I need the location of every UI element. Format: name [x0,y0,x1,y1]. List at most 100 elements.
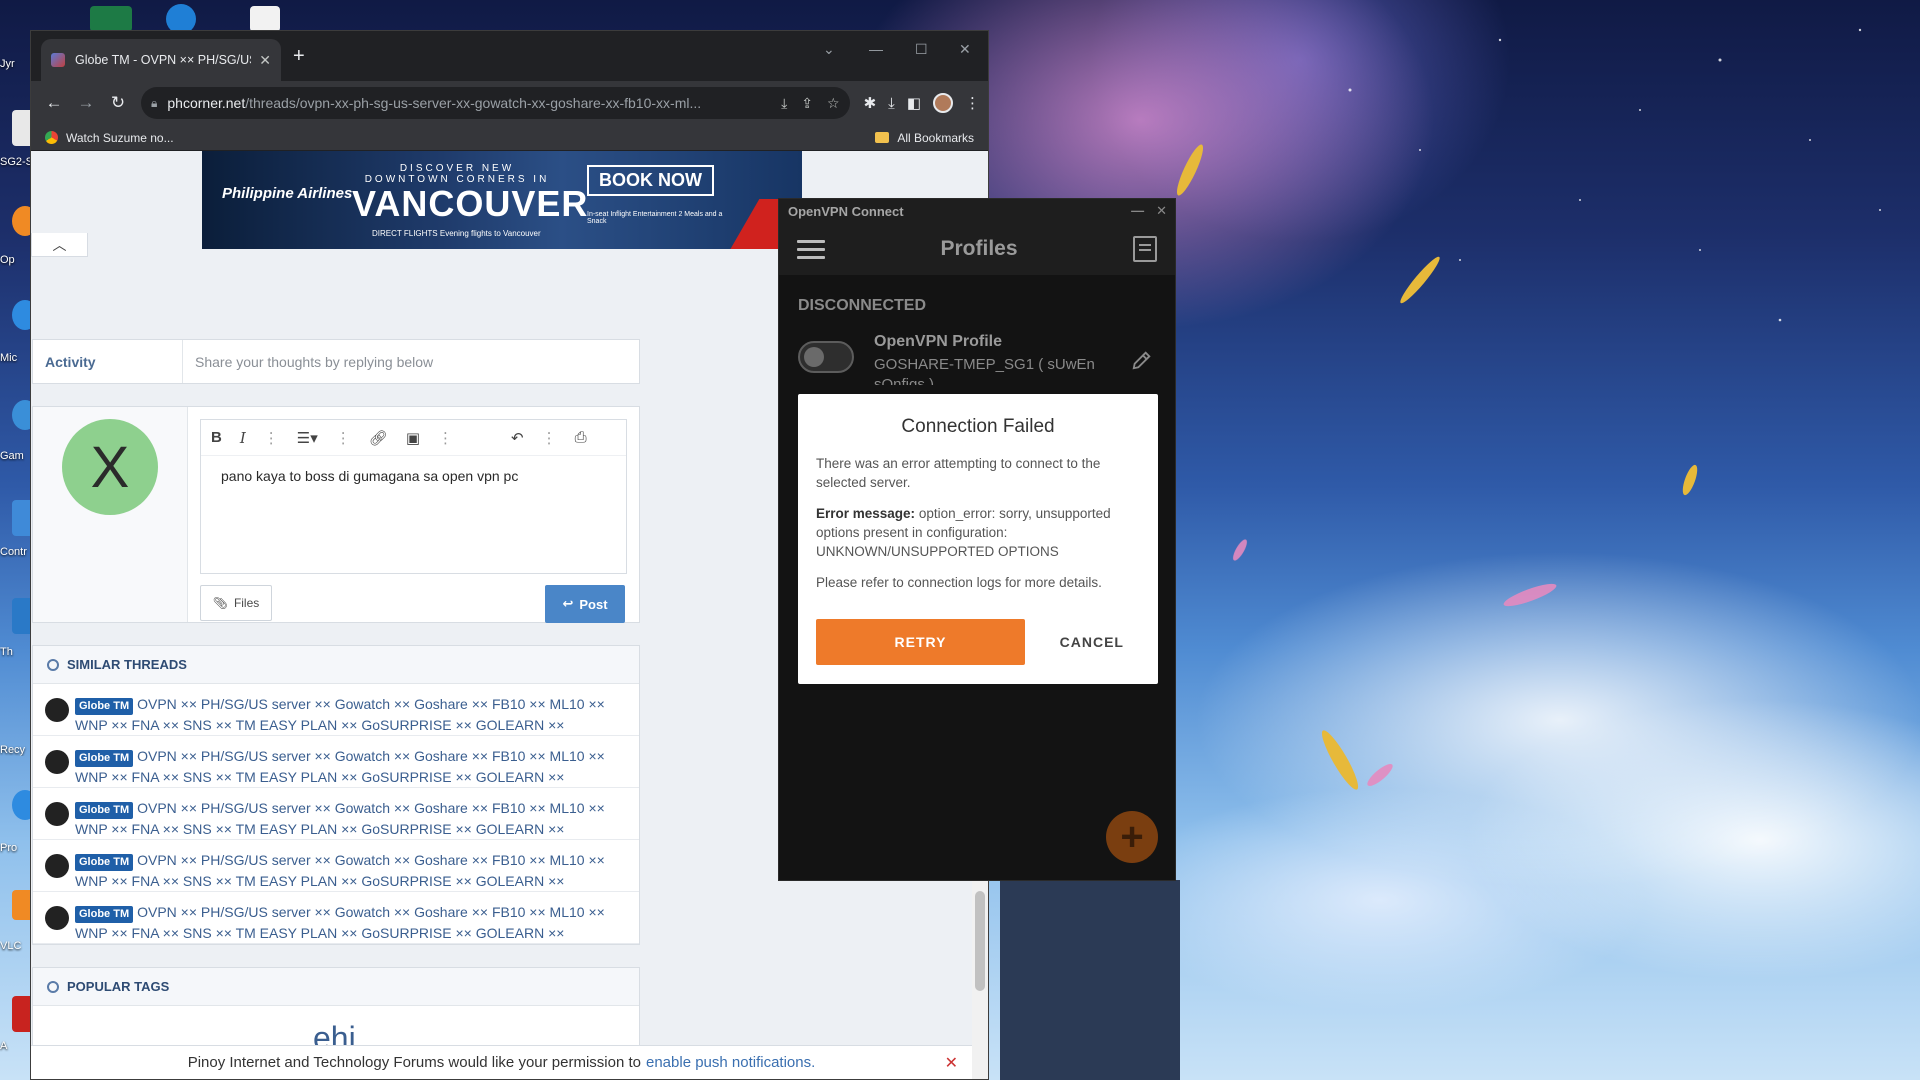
thread-row[interactable]: Globe TM OVPN ×× PH/SG/US server ×× Gowat… [33,892,639,944]
edit-pencil-icon[interactable] [1131,349,1153,371]
ad-discover-text: DISCOVER NEW DOWNTOWN CORNERS IN [364,163,550,185]
scrollbar-thumb[interactable] [975,891,985,991]
profile-info: OpenVPN Profile GOSHARE-TMEP_SG1 ( sUwEn… [874,333,1114,385]
thread-title-text[interactable]: OVPN ×× PH/SG/US server ×× Gowatch ×× Go… [75,748,605,785]
tab-search-icon[interactable]: ⌄ [823,41,835,58]
new-tab-icon[interactable]: + [293,45,305,68]
more-options-icon[interactable]: ⋮ [264,429,279,447]
italic-icon[interactable]: I [240,429,246,447]
thread-avatar [45,906,69,930]
thread-row[interactable]: Globe TM OVPN ×× PH/SG/US server ×× Gowat… [33,736,639,788]
close-icon[interactable]: ✕ [1156,203,1167,219]
cancel-button[interactable]: CANCEL [1060,634,1124,650]
thread-title-text[interactable]: OVPN ×× PH/SG/US server ×× Gowatch ×× Go… [75,696,605,733]
close-tab-icon[interactable]: ✕ [259,52,271,69]
thread-row[interactable]: Globe TM OVPN ×× PH/SG/US server ×× Gowat… [33,840,639,892]
reply-text[interactable]: pano kaya to boss di gumagana sa open vp… [201,456,626,496]
add-profile-button[interactable]: + [1106,811,1158,863]
retry-button[interactable]: RETRY [816,619,1025,665]
close-window-icon[interactable]: ✕ [959,41,971,58]
thread-title[interactable]: Globe TM OVPN ×× PH/SG/US server ×× Gowat… [75,850,627,891]
thread-badge: Globe TM [75,854,134,871]
profile-row: OpenVPN Profile GOSHARE-TMEP_SG1 ( sUwEn… [779,315,1175,385]
side-panel-icon[interactable]: ◧ [907,94,921,112]
preview-icon[interactable]: ⎙ [575,429,587,446]
image-icon[interactable]: ▣ [406,429,420,447]
close-icon[interactable]: ✕ [945,1053,958,1073]
reply-editor[interactable]: B I ⋮ ☰▾ ⋮ 🔗︎ ▣ ⋮ ↶ ⋮ ⎙ pano kaya to bos… [200,419,627,574]
tab-strip: Globe TM - OVPN ×× PH/SG/US ✕ + ⌄ — ☐ ✕ [31,31,988,81]
thread-avatar [45,698,69,722]
excel-desktop-icon[interactable] [90,6,132,32]
thread-title-text[interactable]: OVPN ×× PH/SG/US server ×× Gowatch ×× Go… [75,800,605,837]
connection-failed-dialog: Connection Failed There was an error att… [798,394,1158,684]
post-reply-button[interactable]: ↩ Post [545,585,625,623]
thread-avatar [45,750,69,774]
forward-arrow-icon[interactable]: → [71,88,101,118]
maximize-icon[interactable]: ☐ [915,41,928,58]
install-app-icon[interactable]: ⤓ [781,95,787,112]
reload-icon[interactable]: ↻ [103,88,133,118]
minimize-icon[interactable]: — [1131,203,1144,219]
import-profile-icon[interactable] [1133,236,1157,262]
bookmark-item[interactable]: Watch Suzume no... [66,131,174,145]
ad-book-now-button[interactable]: BOOK NOW [587,165,714,196]
thread-title[interactable]: Globe TM OVPN ×× PH/SG/US server ×× Gowat… [75,902,627,943]
enable-push-link[interactable]: enable push notifications. [646,1054,815,1071]
thread-badge: Globe TM [75,906,134,923]
thread-avatar [45,802,69,826]
all-bookmarks-button[interactable]: All Bookmarks [897,131,974,145]
chrome-menu-icon[interactable]: ⋮ [965,94,980,112]
back-arrow-icon[interactable]: ← [39,88,69,118]
list-icon[interactable]: ☰▾ [297,429,318,447]
push-notification-bar: Pinoy Internet and Technology Forums wou… [31,1045,972,1079]
profile-avatar[interactable] [933,93,953,113]
downloads-icon[interactable]: ⤓ [888,95,895,112]
paperclip-icon: 📎︎ [212,596,228,610]
hamburger-menu-icon[interactable] [797,239,825,259]
extensions-puzzle-icon[interactable]: ✱ [864,94,877,112]
document-desktop-icon[interactable] [250,6,280,32]
thread-row[interactable]: Globe TM OVPN ×× PH/SG/US server ×× Gowat… [33,788,639,840]
dialog-actions: RETRY CANCEL [816,619,1140,665]
url-host: phcorner.net [167,95,246,111]
activity-label: Activity [33,340,183,383]
more-options-icon[interactable]: ⋮ [438,429,453,447]
banner-ad[interactable]: Philippine Airlines DISCOVER NEW DOWNTOW… [202,151,802,249]
thread-title[interactable]: Globe TM OVPN ×× PH/SG/US server ×× Gowat… [75,694,627,735]
undo-icon[interactable]: ↶ [511,429,524,447]
thread-row[interactable]: Globe TM OVPN ×× PH/SG/US server ×× Gowat… [33,684,639,736]
dialog-body: There was an error attempting to connect… [816,454,1140,592]
link-icon[interactable]: 🔗︎ [369,429,388,447]
popular-tags-title: POPULAR TAGS [67,979,170,994]
attach-files-button[interactable]: 📎︎ Files [200,585,272,621]
bold-icon[interactable]: B [211,429,222,446]
share-icon[interactable]: ⇪ [801,95,813,112]
editor-toolbar: B I ⋮ ☰▾ ⋮ 🔗︎ ▣ ⋮ ↶ ⋮ ⎙ [201,420,626,456]
openvpn-titlebar: OpenVPN Connect — ✕ [779,199,1175,223]
thread-title-text[interactable]: OVPN ×× PH/SG/US server ×× Gowatch ×× Go… [75,852,605,889]
collapse-chevron-up-icon[interactable]: ︿ [31,233,88,257]
bookmark-star-icon[interactable]: ☆ [827,95,840,112]
more-options-icon[interactable]: ⋮ [542,429,557,447]
thread-title-text[interactable]: OVPN ×× PH/SG/US server ×× Gowatch ×× Go… [75,904,605,941]
connection-status: DISCONNECTED [798,297,927,314]
similar-threads-block: SIMILAR THREADS Globe TM OVPN ×× PH/SG/US… [32,645,640,945]
thread-title[interactable]: Globe TM OVPN ×× PH/SG/US server ×× Gowat… [75,798,627,839]
more-options-icon[interactable]: ⋮ [336,429,351,447]
dialog-error: Error message: option_error: sorry, unsu… [816,504,1140,561]
ad-city: VANCOUVER [352,183,589,224]
minimize-icon[interactable]: — [869,41,883,57]
error-label: Error message: [816,506,916,521]
activity-hint: Share your thoughts by replying below [195,353,434,370]
bookmarks-bar: Watch Suzume no... All Bookmarks [31,125,988,151]
thread-title[interactable]: Globe TM OVPN ×× PH/SG/US server ×× Gowat… [75,746,627,787]
post-label: Post [579,596,608,612]
address-bar[interactable]: 🔒︎ phcorner.net /threads/ovpn-xx-ph-sg-u… [141,87,850,119]
section-icon [47,658,59,671]
connection-toggle[interactable] [798,341,854,373]
site-favicon-icon [51,53,65,67]
tab-title: Globe TM - OVPN ×× PH/SG/US [75,53,252,67]
browser-tab[interactable]: Globe TM - OVPN ×× PH/SG/US ✕ [41,39,281,81]
reply-arrow-icon: ↩ [562,596,574,611]
